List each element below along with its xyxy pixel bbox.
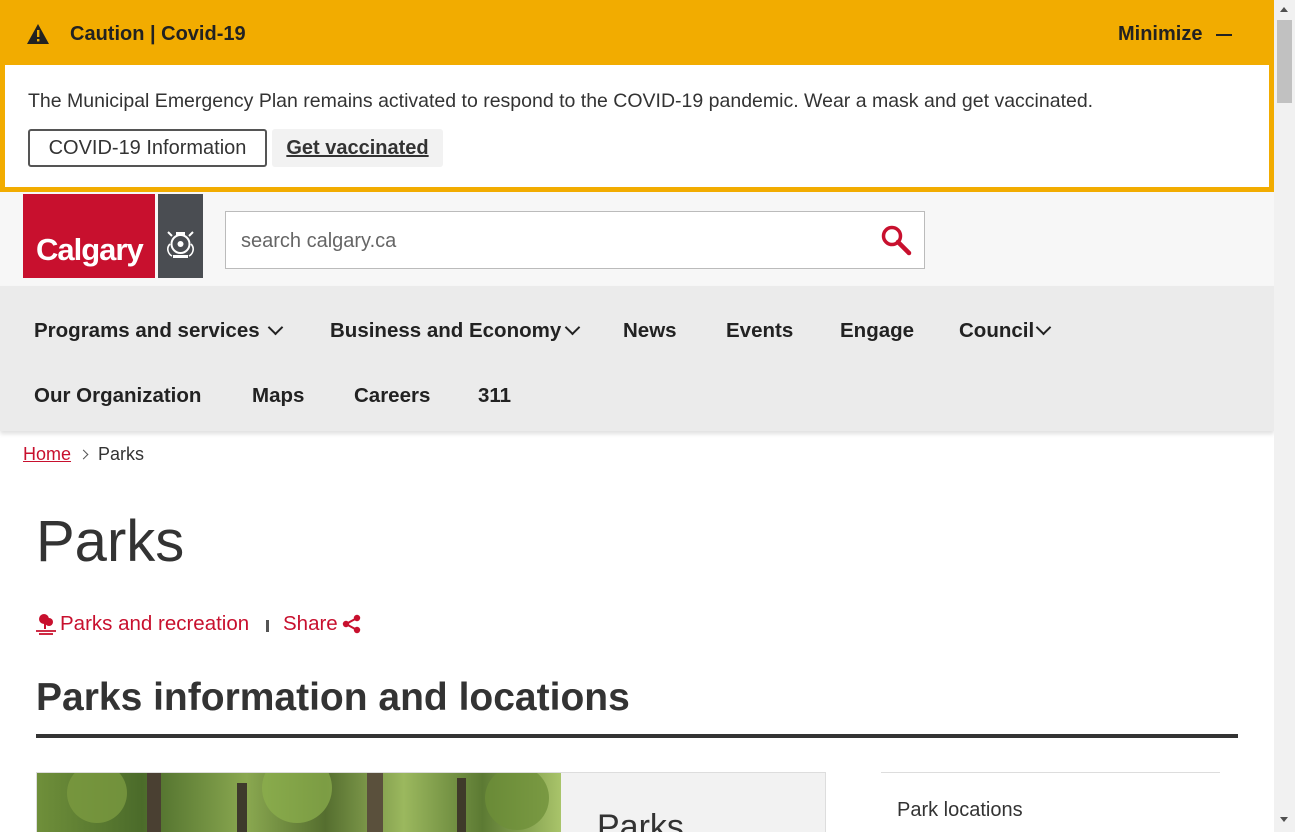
warning-icon — [27, 24, 49, 44]
city-crest-logo[interactable] — [158, 194, 203, 278]
chevron-down-icon — [564, 319, 581, 336]
chevron-right-icon — [78, 449, 89, 460]
nav-label: Programs and services — [34, 319, 260, 342]
page: Caution | Covid-19 Minimize The Municipa… — [0, 0, 1274, 832]
scrollbar[interactable] — [1274, 0, 1295, 832]
nav-label: Business and Economy — [330, 319, 562, 342]
section-title: Parks information and locations — [36, 676, 630, 719]
search-icon[interactable] — [880, 224, 912, 256]
page-title: Parks — [36, 509, 185, 574]
nav-careers[interactable]: Careers — [354, 384, 430, 408]
parks-card-title: Parks — [597, 808, 684, 832]
alert-title: Caution | Covid-19 — [70, 23, 246, 45]
share-icon[interactable] — [342, 614, 362, 634]
crest-icon — [167, 231, 194, 258]
nav-events[interactable]: Events — [726, 319, 793, 343]
covid-information-button[interactable]: COVID-19 Information — [28, 129, 267, 167]
nav-maps[interactable]: Maps — [252, 384, 304, 408]
parks-and-recreation-link[interactable]: Parks and recreation — [60, 612, 249, 636]
park-locations-link[interactable]: Park locations — [897, 799, 1023, 822]
nav-engage[interactable]: Engage — [840, 319, 914, 343]
minimize-icon[interactable] — [1216, 34, 1232, 36]
chevron-down-icon — [267, 319, 283, 336]
parks-recreation-icon — [36, 614, 56, 635]
alert-message: The Municipal Emergency Plan remains act… — [28, 90, 1094, 112]
main-nav — [0, 286, 1274, 431]
search-input[interactable] — [241, 230, 841, 253]
nav-311[interactable]: 311 — [478, 384, 511, 408]
nav-our-organization[interactable]: Our Organization — [34, 384, 201, 408]
parks-card-image — [37, 773, 561, 832]
divider — [266, 620, 269, 632]
nav-label: Council — [959, 319, 1035, 342]
sidebar-divider — [881, 772, 1220, 773]
nav-council[interactable]: Council — [959, 319, 1052, 343]
chevron-down-icon — [1035, 319, 1052, 336]
covid-information-label: COVID-19 Information — [48, 137, 247, 159]
nav-programs-and-services[interactable]: Programs and services — [34, 319, 283, 343]
scroll-up-icon[interactable] — [1280, 7, 1288, 12]
scroll-down-icon[interactable] — [1280, 817, 1288, 822]
nav-business-and-economy[interactable]: Business and Economy — [330, 319, 581, 343]
scrollbar-thumb[interactable] — [1277, 20, 1292, 103]
share-link[interactable]: Share — [283, 612, 338, 636]
section-divider — [36, 734, 1238, 738]
breadcrumb-current: Parks — [98, 444, 145, 464]
logo-text: Calgary — [36, 232, 144, 267]
trees-image — [67, 773, 549, 832]
get-vaccinated-link[interactable]: Get vaccinated — [272, 129, 443, 167]
minimize-button[interactable]: Minimize — [1118, 23, 1202, 46]
breadcrumb-home-link[interactable]: Home — [23, 444, 71, 465]
nav-news[interactable]: News — [623, 319, 677, 343]
